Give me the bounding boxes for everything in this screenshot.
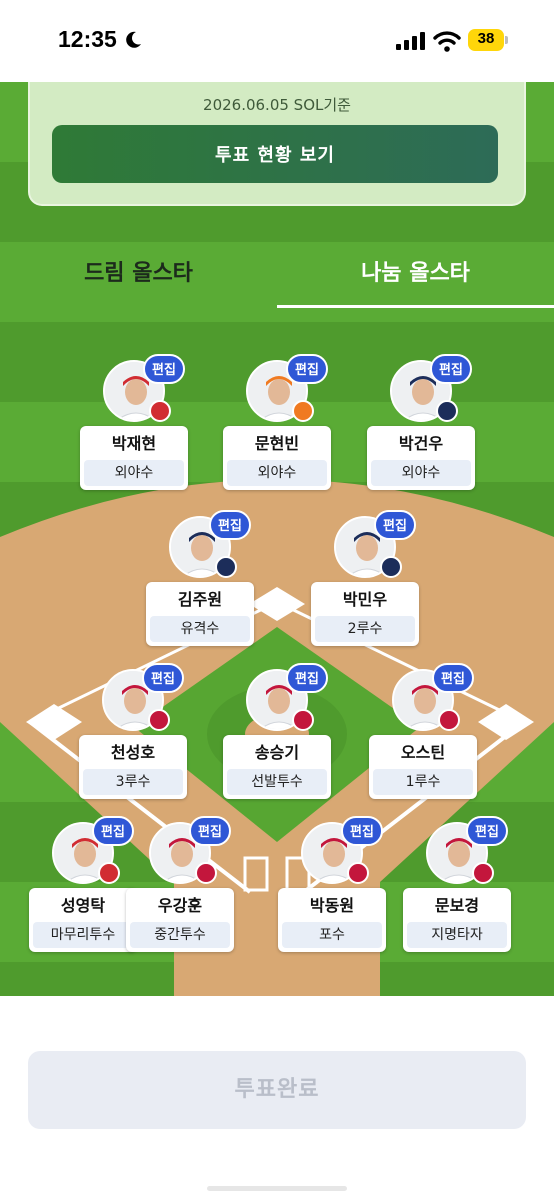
player-name-box[interactable]: 박재현외야수 xyxy=(80,426,188,490)
vote-status-button[interactable]: 투표 현황 보기 xyxy=(52,125,498,183)
edit-button[interactable]: 편집 xyxy=(374,510,416,540)
player-name: 문보경 xyxy=(434,896,480,915)
player-position: 2루수 xyxy=(315,616,415,642)
team-logo-icon xyxy=(195,862,217,884)
player-name: 박재현 xyxy=(111,434,157,453)
player-position: 마무리투수 xyxy=(33,922,133,948)
team-logo-icon xyxy=(436,400,458,422)
wifi-icon xyxy=(433,31,461,52)
player-name-box[interactable]: 박동원포수 xyxy=(278,888,386,952)
player-name-box[interactable]: 천성호 3루수 xyxy=(79,735,187,799)
player-card: 편집천성호 3루수 xyxy=(78,663,188,819)
team-logo-icon xyxy=(438,709,460,731)
status-time: 12:35 xyxy=(58,26,117,52)
edit-button[interactable]: 편집 xyxy=(466,816,508,846)
team-logo-icon xyxy=(292,400,314,422)
player-card: 편집박동원포수 xyxy=(277,816,387,972)
player-position: 외야수 xyxy=(371,460,471,486)
tab-dream-allstar[interactable]: 드림 올스타 xyxy=(0,250,277,308)
player-position: 유격수 xyxy=(150,616,250,642)
player-name: 박동원 xyxy=(309,896,355,915)
player-card: 편집 성영탁 마무리투수 xyxy=(28,816,138,972)
player-name-box[interactable]: 오스틴 1루수 xyxy=(369,735,477,799)
edit-button[interactable]: 편집 xyxy=(286,354,328,384)
player-card: 편집문현빈외야수 xyxy=(222,354,332,510)
player-card: 편집박건우외야수 xyxy=(366,354,476,510)
player-card: 편집우강훈중간투수 xyxy=(125,816,235,972)
player-card: 편집박재현외야수 xyxy=(79,354,189,510)
player-card: 편집박민우 2루수 xyxy=(310,510,420,666)
team-logo-icon xyxy=(347,862,369,884)
edit-button[interactable]: 편집 xyxy=(142,663,184,693)
date-text: 2026.06.05 SOL기준 xyxy=(203,96,351,114)
player-card: 편집오스틴 1루수 xyxy=(368,663,478,819)
player-position: 외야수 xyxy=(227,460,327,486)
team-logo-icon xyxy=(98,862,120,884)
home-indicator xyxy=(207,1186,347,1191)
player-card: 편집송승기선발투수 xyxy=(222,663,332,819)
edit-button[interactable]: 편집 xyxy=(143,354,185,384)
player-name-box[interactable]: 성영탁마무리투수 xyxy=(29,888,137,952)
player-name: 성영탁 xyxy=(60,896,106,915)
baseball-field: 2026.06.05 SOL기준 투표 현황 보기 드림 올스타 나눔 올스타 … xyxy=(0,82,554,996)
status-bar: 12:35 38 xyxy=(0,0,554,82)
team-logo-icon xyxy=(380,556,402,578)
team-logo-icon xyxy=(149,400,171,422)
signal-icon xyxy=(396,32,425,50)
player-name: 우강훈 xyxy=(157,896,203,915)
player-position: 포수 xyxy=(282,922,382,948)
player-name-box[interactable]: 박건우외야수 xyxy=(367,426,475,490)
player-position: 선발투수 xyxy=(227,769,327,795)
player-name-box[interactable]: 문현빈외야수 xyxy=(223,426,331,490)
player-name-box[interactable]: 박민우 2루수 xyxy=(311,582,419,646)
vote-info-card: 2026.06.05 SOL기준 투표 현황 보기 xyxy=(28,82,526,206)
player-name: 오스틴 xyxy=(400,743,446,762)
edit-button[interactable]: 편집 xyxy=(341,816,383,846)
player-name-box[interactable]: 김주원유격수 xyxy=(146,582,254,646)
team-logo-icon xyxy=(215,556,237,578)
team-logo-icon xyxy=(472,862,494,884)
moon-icon xyxy=(126,31,141,48)
player-card: 편집문보경지명타자 xyxy=(402,816,512,972)
edit-button[interactable]: 편집 xyxy=(430,354,472,384)
player-name: 박민우 xyxy=(342,590,388,609)
player-position: 중간투수 xyxy=(130,922,230,948)
player-name-box[interactable]: 우강훈중간투수 xyxy=(126,888,234,952)
player-position: 1루수 xyxy=(373,769,473,795)
player-name: 천성호 xyxy=(110,743,156,762)
battery-icon: 38 xyxy=(468,29,508,51)
player-position: 지명타자 xyxy=(407,922,507,948)
vote-complete-button[interactable]: 투표완료 xyxy=(28,1051,526,1129)
bottom-area: 투표완료 xyxy=(0,996,554,1200)
battery-level: 38 xyxy=(477,30,495,47)
team-logo-icon xyxy=(148,709,170,731)
player-name: 송승기 xyxy=(254,743,300,762)
edit-button[interactable]: 편집 xyxy=(286,663,328,693)
player-position: 3루수 xyxy=(83,769,183,795)
edit-button[interactable]: 편집 xyxy=(432,663,474,693)
player-name: 김주원 xyxy=(177,590,223,609)
player-name: 문현빈 xyxy=(254,434,300,453)
tab-nanum-allstar[interactable]: 나눔 올스타 xyxy=(277,250,554,308)
player-card: 편집김주원유격수 xyxy=(145,510,255,666)
player-name-box[interactable]: 송승기선발투수 xyxy=(223,735,331,799)
player-name: 박건우 xyxy=(398,434,444,453)
edit-button[interactable]: 편집 xyxy=(189,816,231,846)
team-logo-icon xyxy=(292,709,314,731)
edit-button[interactable]: 편집 xyxy=(209,510,251,540)
player-name-box[interactable]: 문보경지명타자 xyxy=(403,888,511,952)
player-position: 외야수 xyxy=(84,460,184,486)
